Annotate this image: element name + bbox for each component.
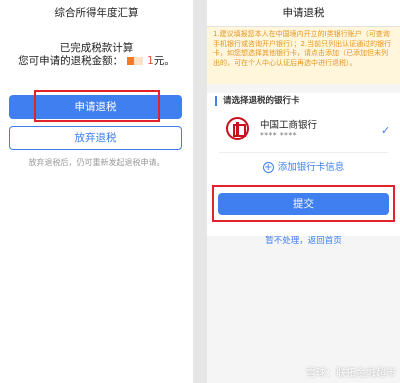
page-title: 申请退税 <box>207 0 400 27</box>
refund-amount-line: 您可申请的退税金额： 1元。 <box>0 53 193 68</box>
redacted-amount <box>127 57 144 65</box>
add-bank-card-label: 添加银行卡信息 <box>277 162 345 173</box>
skip-return-home-link[interactable]: 暂不处理，返回首页 <box>207 234 400 246</box>
icbc-logo-icon <box>226 117 249 140</box>
abandon-refund-button[interactable]: 放弃退税 <box>9 126 182 150</box>
refund-calc-screen: 综合所得年度汇算 已完成税款计算 您可申请的退税金额： 1元。 申请退税 放弃退税… <box>0 0 193 383</box>
apply-refund-screen: 申请退税 1.建议填报您本人在中国境内开立的Ⅰ类银行账户（可查询手机银行或咨询开… <box>207 0 400 383</box>
section-title: 请选择退税的银行卡 <box>215 96 300 106</box>
refund-amount-label: 您可申请的退税金额： <box>18 55 124 67</box>
refund-amount-digit: 1 <box>147 55 154 67</box>
notice-banner: 1.建议填报您本人在中国境内开立的Ⅰ类银行账户（可查询手机银行或咨询开户银行）；… <box>207 27 400 84</box>
apply-refund-button[interactable]: 申请退税 <box>9 95 182 119</box>
add-bank-card-link[interactable]: + 添加银行卡信息 <box>207 159 400 173</box>
card-number: **** **** <box>260 131 297 140</box>
divider <box>219 152 388 153</box>
add-circle-icon: + <box>262 162 274 173</box>
abandon-hint: 放弃退税后，仍可重新发起退税申请。 <box>28 158 165 167</box>
refund-amount-unit: 元。 <box>153 55 175 67</box>
selected-check-icon[interactable]: ✓ <box>381 124 390 137</box>
watermark: 雪球：联拓金融超市 <box>306 368 396 379</box>
submit-button[interactable]: 提交 <box>218 193 389 215</box>
bank-name[interactable]: 中国工商银行 <box>260 117 317 131</box>
page-title: 综合所得年度汇算 <box>0 0 193 27</box>
